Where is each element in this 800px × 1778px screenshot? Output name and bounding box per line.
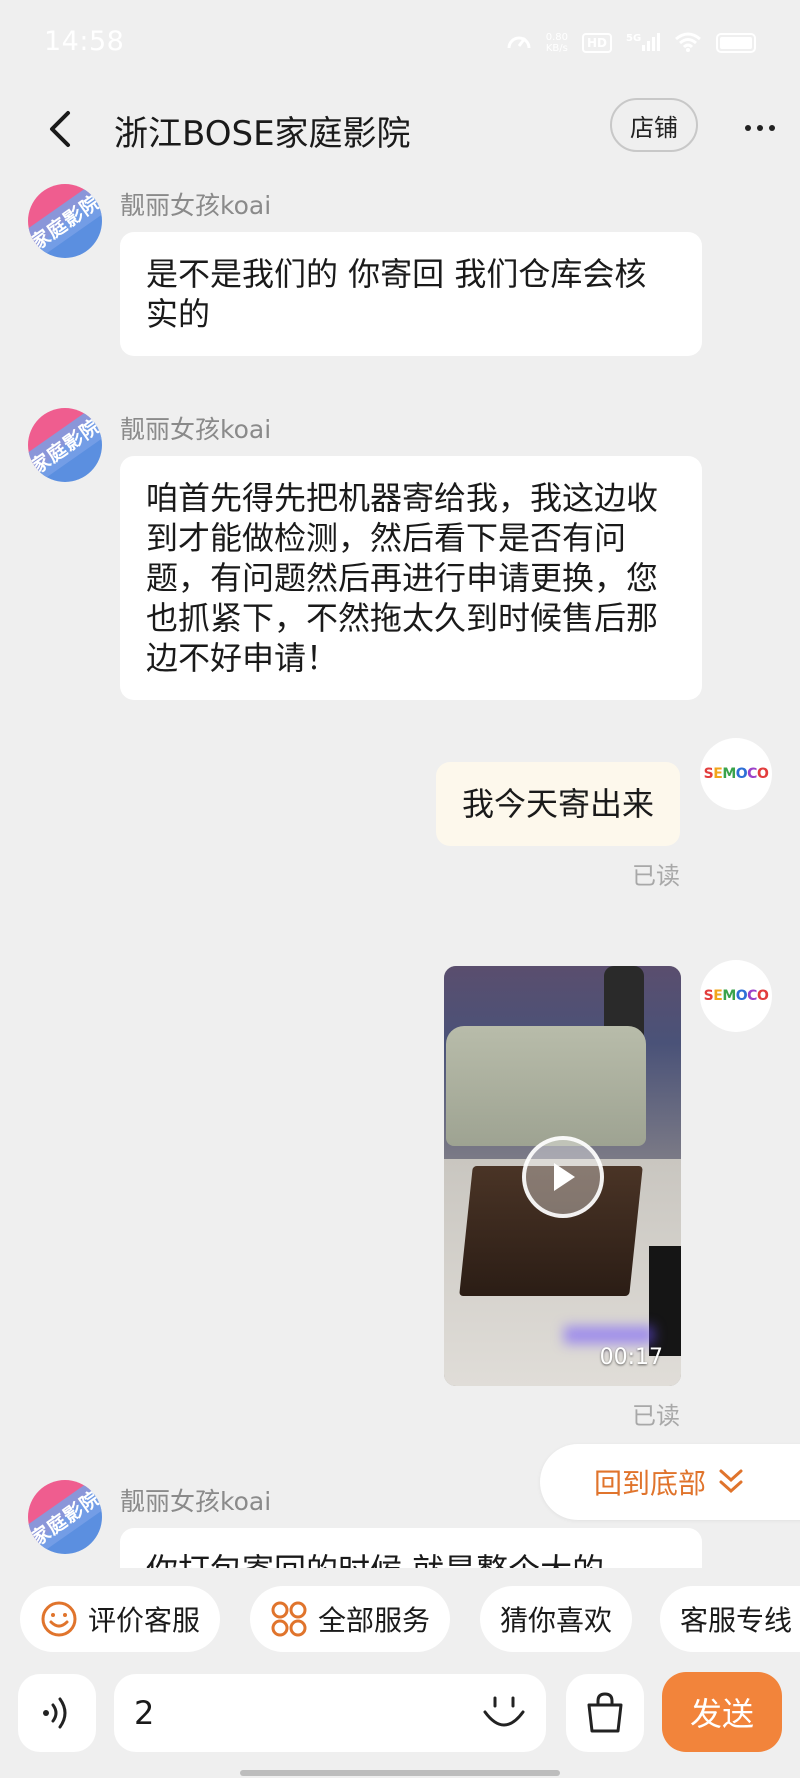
video-frame-sofa: [446, 1026, 646, 1146]
read-status: 已读: [632, 1402, 680, 1430]
play-icon: [554, 1163, 575, 1191]
svg-text:5G: 5G: [626, 33, 641, 44]
product-bag-button[interactable]: [566, 1674, 644, 1752]
status-time: 14:58: [44, 26, 125, 57]
signal-icon: 5G: [626, 31, 660, 56]
shop-title: 浙江BOSE家庭影院: [114, 114, 411, 154]
message-bubble[interactable]: 是不是我们的 你寄回 我们仓库会核实的: [120, 232, 702, 356]
shopping-bag-icon: [587, 1692, 623, 1733]
home-indicator[interactable]: [240, 1770, 560, 1776]
sender-name: 靓丽女孩koai: [120, 415, 272, 444]
chat-messages[interactable]: 家庭影院 靓丽女孩koai 是不是我们的 你寄回 我们仓库会核实的 家庭影院 靓…: [0, 176, 800, 1568]
speed-gauge-icon: [506, 30, 532, 56]
back-to-bottom-label: 回到底部: [594, 1467, 707, 1500]
chevron-left-icon: [50, 111, 70, 147]
hd-badge: HD: [581, 33, 612, 53]
voice-button[interactable]: [18, 1674, 96, 1752]
emoji-button[interactable]: [474, 1680, 534, 1744]
shop-avatar[interactable]: 家庭影院: [28, 408, 102, 482]
emoji-icon: [483, 1696, 525, 1727]
shop-avatar[interactable]: 家庭影院: [28, 1480, 102, 1554]
quick-action-guess-you-like[interactable]: 猜你喜欢: [480, 1586, 633, 1652]
grid-icon: [271, 1601, 307, 1637]
back-to-bottom-button[interactable]: 回到底部: [540, 1444, 800, 1520]
quick-action-rate-service[interactable]: 评价客服: [20, 1586, 221, 1652]
input-bar: 发送: [0, 1666, 800, 1778]
quick-action-service-hotline[interactable]: 客服专线: [660, 1586, 800, 1652]
send-button[interactable]: 发送: [662, 1672, 782, 1752]
battery-icon: [716, 33, 756, 53]
shop-avatar[interactable]: 家庭影院: [28, 184, 102, 258]
video-duration: 00:17: [599, 1345, 663, 1370]
status-bar: 14:58 0.80 KB/s HD 5G: [0, 0, 800, 90]
message-bubble[interactable]: 我今天寄出来: [435, 762, 680, 846]
network-speed: 0.80 KB/s: [545, 32, 568, 54]
chat-header: 浙江BOSE家庭影院 店铺: [0, 90, 800, 176]
status-icons: 0.80 KB/s HD 5G: [506, 30, 756, 56]
voice-icon: [43, 1697, 67, 1729]
video-frame-glow: [564, 1326, 654, 1344]
sender-name: 靓丽女孩koai: [120, 1487, 272, 1516]
user-avatar[interactable]: SEMOCO: [700, 960, 772, 1032]
more-options-button[interactable]: [738, 108, 782, 148]
shop-button[interactable]: 店铺: [610, 98, 698, 152]
user-avatar[interactable]: SEMOCO: [700, 738, 772, 810]
quick-action-all-services[interactable]: 全部服务: [250, 1586, 451, 1652]
play-button[interactable]: [522, 1136, 604, 1218]
message-bubble[interactable]: 你打包寄回的时候 就是整个大的: [120, 1528, 702, 1568]
message-bubble[interactable]: 咱首先得先把机器寄给我，我这边收到才能做检测，然后看下是否有问题，有问题然后再进…: [120, 456, 702, 700]
sender-name: 靓丽女孩koai: [120, 191, 272, 220]
smiley-icon: [41, 1601, 77, 1637]
video-thumbnail[interactable]: 00:17: [444, 966, 681, 1386]
double-chevron-down-icon: [719, 1469, 743, 1494]
read-status: 已读: [632, 862, 680, 890]
dot-icon: [769, 125, 775, 131]
quick-actions-bar[interactable]: 评价客服 全部服务 猜你喜欢 客服专线: [0, 1586, 800, 1658]
back-button[interactable]: [34, 104, 84, 154]
wifi-icon: [674, 31, 702, 56]
dot-icon: [757, 125, 763, 131]
dot-icon: [745, 125, 751, 131]
